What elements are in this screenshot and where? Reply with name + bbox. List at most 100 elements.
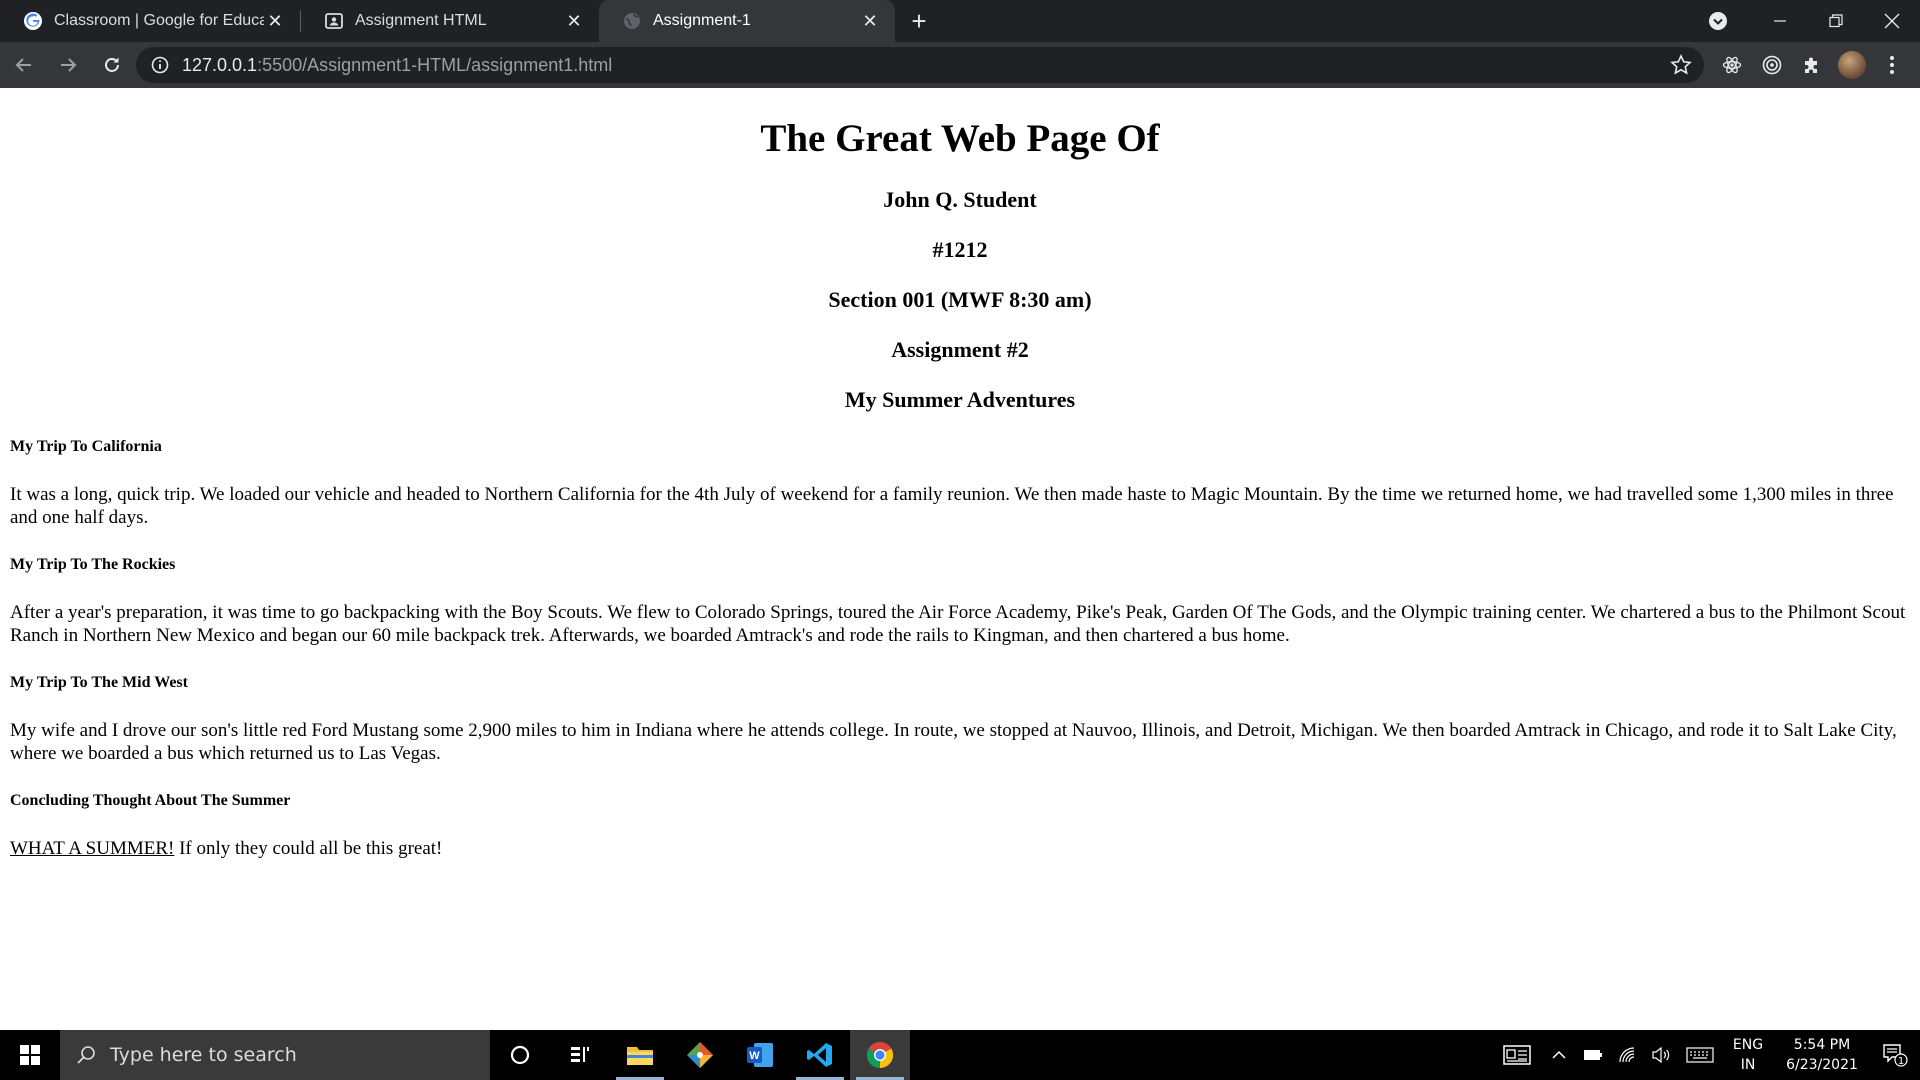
start-button[interactable] (0, 1030, 60, 1080)
profile-button[interactable] (1832, 45, 1872, 85)
chrome-icon (866, 1042, 894, 1069)
close-icon[interactable]: ✕ (264, 10, 286, 32)
news-icon (1503, 1045, 1531, 1065)
browser-tab-strip: Classroom | Google for Education ✕ Assig… (0, 0, 1920, 42)
back-button[interactable] (4, 45, 44, 85)
page-subtitle: My Summer Adventures (844, 387, 1076, 412)
language-indicator[interactable]: ENG IN (1722, 1035, 1774, 1075)
tab-classroom[interactable]: Classroom | Google for Education ✕ (0, 0, 300, 42)
section-heading-california: My Trip To California (10, 438, 162, 455)
section-text-california: It was a long, quick trip. We loaded our… (10, 484, 1894, 528)
news-button[interactable] (1492, 1030, 1542, 1080)
word-button[interactable]: W (730, 1030, 790, 1080)
volume-button[interactable] (1644, 1030, 1678, 1080)
language-code: ENG (1732, 1037, 1764, 1053)
search-placeholder: Type here to search (110, 1044, 297, 1066)
chevron-down-circle-icon (1709, 12, 1727, 30)
student-id: #1212 (932, 237, 988, 262)
address-bar[interactable]: 127.0.0.1:5500/Assignment1-HTML/assignme… (136, 47, 1704, 83)
bookmark-star-icon[interactable] (1670, 54, 1692, 76)
cortana-icon (510, 1045, 530, 1065)
page-title: The Great Web Page Of (760, 117, 1160, 160)
battery-icon (1584, 1050, 1602, 1060)
system-tray: ENG IN 5:54 PM 6/23/2021 1 (1492, 1030, 1920, 1080)
more-vertical-icon (1890, 56, 1894, 74)
region-code: IN (1740, 1057, 1756, 1073)
section-text-rockies: After a year's preparation, it was time … (10, 602, 1906, 646)
clock-time: 5:54 PM (1793, 1037, 1851, 1053)
conclusion-heading: Concluding Thought About The Summer (10, 792, 291, 809)
minimize-icon (1774, 20, 1786, 22)
battery-button[interactable] (1576, 1030, 1610, 1080)
close-icon[interactable]: ✕ (563, 10, 585, 32)
target-extension[interactable] (1752, 45, 1792, 85)
minimize-button[interactable] (1752, 0, 1808, 42)
clock[interactable]: 5:54 PM 6/23/2021 (1774, 1035, 1870, 1075)
touch-keyboard-button[interactable] (1678, 1030, 1722, 1080)
reload-icon (105, 57, 119, 72)
file-explorer-icon (627, 1047, 653, 1065)
url-host: 127.0.0.1 (182, 54, 258, 75)
taskbar-search-box[interactable]: Type here to search (60, 1030, 490, 1080)
action-center-button[interactable]: 1 (1870, 1030, 1920, 1080)
extensions-area (1712, 42, 1920, 88)
speaker-icon (1652, 1047, 1670, 1063)
conclusion-text: If only they could all be this great! (174, 838, 443, 859)
notification-count: 1 (1898, 1056, 1904, 1067)
section-heading-rockies: My Trip To The Rockies (10, 556, 176, 573)
menu-button[interactable] (1872, 45, 1912, 85)
wifi-icon (1619, 1047, 1635, 1063)
extensions-button[interactable] (1792, 45, 1832, 85)
show-hidden-icons-button[interactable] (1542, 1030, 1576, 1080)
avatar (1838, 51, 1866, 79)
notification-icon: 1 (1883, 1044, 1908, 1067)
info-icon[interactable] (150, 55, 170, 75)
window-controls (1698, 0, 1920, 42)
close-window-button[interactable] (1864, 0, 1920, 42)
google-g-icon (24, 12, 42, 30)
reload-button[interactable] (92, 45, 132, 85)
forward-button[interactable] (48, 45, 88, 85)
keyboard-icon (1686, 1047, 1714, 1063)
section-text-midwest: My wife and I drove our son's little red… (10, 720, 1897, 764)
close-icon[interactable]: ✕ (859, 10, 881, 32)
file-explorer-button[interactable] (610, 1030, 670, 1080)
task-view-button[interactable] (550, 1030, 610, 1080)
tab-title: Classroom | Google for Education (54, 12, 264, 29)
vscode-icon (807, 1043, 832, 1067)
tab-search-button[interactable] (1698, 0, 1738, 42)
conclusion-paragraph: WHAT A SUMMER! If only they could all be… (10, 837, 1910, 860)
tab-title: Assignment HTML (355, 12, 487, 29)
restore-icon (1829, 14, 1843, 28)
react-atom-icon (1722, 56, 1742, 74)
assignment-number: Assignment #2 (891, 337, 1029, 362)
target-icon (1762, 55, 1782, 75)
browser-toolbar: 127.0.0.1:5500/Assignment1-HTML/assignme… (0, 42, 1920, 88)
git-icon (687, 1042, 713, 1068)
svg-text:W: W (749, 1050, 760, 1062)
tab-title: Assignment-1 (653, 12, 751, 29)
tab-assignment-1[interactable]: Assignment-1 ✕ (599, 0, 895, 42)
page-content: The Great Web Page Of John Q. Student #1… (0, 88, 1920, 1030)
network-button[interactable] (1610, 1030, 1644, 1080)
summer-link[interactable]: WHAT A SUMMER! (10, 838, 174, 859)
chrome-button[interactable] (850, 1030, 910, 1080)
cortana-button[interactable] (490, 1030, 550, 1080)
classroom-assignment-icon (325, 12, 343, 30)
new-tab-button[interactable]: + (899, 0, 939, 42)
windows-taskbar: Type here to search W ENG IN 5:54 PM 6/2… (0, 1030, 1920, 1080)
git-button[interactable] (670, 1030, 730, 1080)
clock-date: 6/23/2021 (1786, 1057, 1858, 1073)
task-view-icon (571, 1047, 589, 1062)
globe-icon (623, 12, 641, 30)
section-heading-midwest: My Trip To The Mid West (10, 674, 188, 691)
author-name: John Q. Student (883, 187, 1037, 212)
tab-assignment-html[interactable]: Assignment HTML ✕ (301, 0, 599, 42)
restore-button[interactable] (1808, 0, 1864, 42)
react-devtools-extension[interactable] (1712, 45, 1752, 85)
puzzle-icon (1805, 57, 1817, 73)
windows-logo-icon (20, 1045, 40, 1065)
arrow-left-icon (15, 58, 31, 72)
arrow-right-icon (61, 58, 77, 72)
vscode-button[interactable] (790, 1030, 850, 1080)
